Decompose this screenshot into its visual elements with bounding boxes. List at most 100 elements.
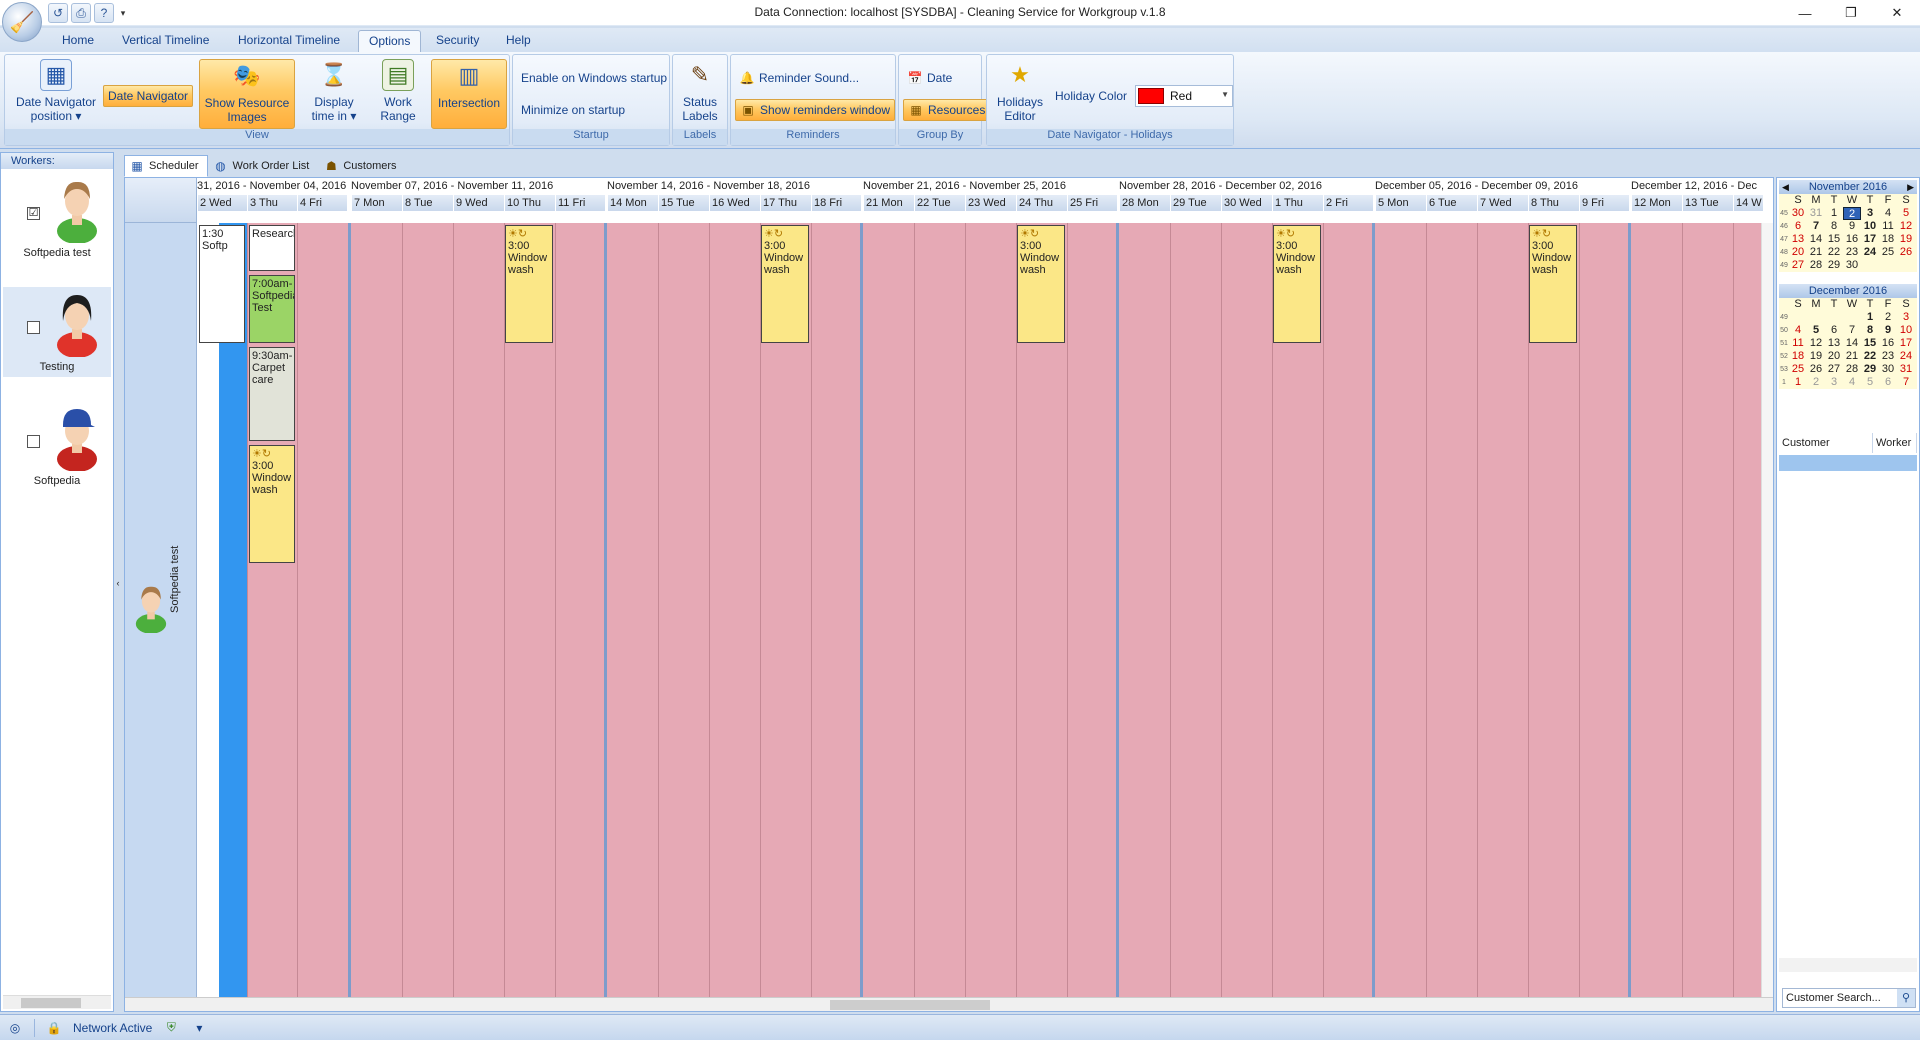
date-cell[interactable]: 23 xyxy=(1879,350,1897,363)
date-cell[interactable]: 31 xyxy=(1897,363,1915,376)
worker-item-testing[interactable]: Testing xyxy=(3,287,111,377)
date-cell[interactable]: 12 xyxy=(1807,337,1825,350)
date-cell[interactable]: 3 xyxy=(1825,376,1843,389)
shield-icon[interactable]: ⛨ xyxy=(162,1019,180,1037)
worker-checkbox[interactable] xyxy=(27,435,40,448)
date-cell[interactable] xyxy=(1789,311,1807,324)
date-cell[interactable]: 11 xyxy=(1789,337,1807,350)
appointment[interactable]: ☀↻ 3:00 Window wash xyxy=(1273,225,1321,343)
enable-windows-startup-button[interactable]: Enable on Windows startup xyxy=(517,67,671,89)
date-cell[interactable]: 30 xyxy=(1789,207,1807,220)
day-header[interactable]: 8 Thu xyxy=(1528,195,1579,211)
customer-search-box[interactable]: Customer Search... ⚲ xyxy=(1782,988,1916,1008)
day-header[interactable]: 5 Mon xyxy=(1375,195,1426,211)
date-cell[interactable]: 15 xyxy=(1825,233,1843,246)
minimize-button[interactable]: — xyxy=(1782,0,1828,26)
day-header[interactable]: 3 Thu xyxy=(247,195,297,211)
scrollbar-thumb[interactable] xyxy=(830,1000,990,1010)
date-cell[interactable]: 19 xyxy=(1897,233,1915,246)
date-cell[interactable]: 25 xyxy=(1879,246,1897,259)
close-button[interactable]: ✕ xyxy=(1874,0,1920,26)
day-header[interactable]: 9 Fri xyxy=(1579,195,1629,211)
date-cell[interactable]: 30 xyxy=(1843,259,1861,272)
app-menu-button[interactable]: 🧹 xyxy=(2,2,42,42)
day-cell[interactable] xyxy=(658,223,709,998)
date-cell[interactable]: 3 xyxy=(1861,207,1879,220)
date-cell[interactable]: 9 xyxy=(1843,220,1861,233)
show-resource-images-button[interactable]: 🎭 Show Resource Images xyxy=(199,59,295,129)
day-header[interactable]: 18 Fri xyxy=(811,195,861,211)
day-header[interactable]: 21 Mon xyxy=(863,195,914,211)
date-cell[interactable]: 13 xyxy=(1789,233,1807,246)
date-cell[interactable]: 11 xyxy=(1879,220,1897,233)
date-cell[interactable]: 14 xyxy=(1843,337,1861,350)
date-cell[interactable]: 18 xyxy=(1789,350,1807,363)
date-cell[interactable]: 22 xyxy=(1825,246,1843,259)
show-reminders-window-button[interactable]: ▣ Show reminders window xyxy=(735,99,896,121)
day-header[interactable]: 17 Thu xyxy=(760,195,811,211)
tab-security[interactable]: Security xyxy=(426,30,489,52)
tab-home[interactable]: Home xyxy=(52,30,104,52)
date-cell[interactable]: 9 xyxy=(1879,324,1897,337)
tab-help[interactable]: Help xyxy=(496,30,541,52)
day-header[interactable]: 14 Mon xyxy=(607,195,658,211)
date-cell[interactable]: 7 xyxy=(1843,324,1861,337)
holiday-color-select[interactable]: Red ▼ xyxy=(1135,85,1233,107)
date-cell[interactable]: 16 xyxy=(1843,233,1861,246)
date-navigator-button[interactable]: Date Navigator xyxy=(103,85,194,107)
date-cell[interactable]: 29 xyxy=(1825,259,1843,272)
day-header[interactable]: 1 Thu xyxy=(1272,195,1323,211)
date-cell[interactable]: 27 xyxy=(1825,363,1843,376)
day-header[interactable]: 2 Fri xyxy=(1323,195,1373,211)
day-header[interactable]: 14 W xyxy=(1733,195,1763,211)
day-cell[interactable] xyxy=(1426,223,1477,998)
day-cell[interactable] xyxy=(297,223,347,998)
column-header-customer[interactable]: Customer xyxy=(1779,433,1873,453)
date-cell[interactable] xyxy=(1825,311,1843,324)
date-cell[interactable]: 26 xyxy=(1897,246,1915,259)
day-header[interactable]: 7 Mon xyxy=(351,195,402,211)
date-cell[interactable]: 6 xyxy=(1825,324,1843,337)
binoculars-icon[interactable]: ⚲ xyxy=(1897,989,1915,1007)
date-cell[interactable] xyxy=(1807,311,1825,324)
status-labels-button[interactable]: ✎ Status Labels xyxy=(675,59,725,124)
date-cell[interactable]: 6 xyxy=(1879,376,1897,389)
day-header[interactable]: 6 Tue xyxy=(1426,195,1477,211)
date-cell[interactable]: 20 xyxy=(1789,246,1807,259)
date-cell[interactable]: 12 xyxy=(1897,220,1915,233)
reminder-sound-button[interactable]: 🔔 Reminder Sound... xyxy=(735,67,863,89)
date-cell[interactable] xyxy=(1843,311,1861,324)
date-cell[interactable]: 18 xyxy=(1879,233,1897,246)
appointment[interactable]: Research xyxy=(249,225,295,271)
appointment[interactable]: 9:30am- Carpet care xyxy=(249,347,295,441)
date-cell[interactable]: 4 xyxy=(1843,376,1861,389)
day-header[interactable]: 29 Tue xyxy=(1170,195,1221,211)
date-cell[interactable]: 21 xyxy=(1843,350,1861,363)
date-cell[interactable]: 7 xyxy=(1807,220,1825,233)
date-cell[interactable]: 19 xyxy=(1807,350,1825,363)
group-by-date-button[interactable]: 📅 Date xyxy=(903,67,956,89)
tab-horizontal-timeline[interactable]: Horizontal Timeline xyxy=(228,30,350,52)
day-cell[interactable] xyxy=(1579,223,1629,998)
chevron-down-icon[interactable]: ▾ xyxy=(190,1019,208,1037)
date-cell[interactable] xyxy=(1861,259,1879,272)
date-cell[interactable]: 26 xyxy=(1807,363,1825,376)
intersection-button[interactable]: ▥ Intersection xyxy=(431,59,507,129)
date-cell[interactable]: 25 xyxy=(1789,363,1807,376)
day-cell[interactable] xyxy=(1067,223,1117,998)
day-cell[interactable] xyxy=(1221,223,1272,998)
customer-search-input[interactable]: Customer Search... xyxy=(1786,992,1881,1004)
date-cell[interactable]: 31 xyxy=(1807,207,1825,220)
day-cell[interactable] xyxy=(914,223,965,998)
date-cell[interactable]: 4 xyxy=(1789,324,1807,337)
day-header[interactable]: 2 Wed xyxy=(197,195,247,211)
worker-checkbox[interactable] xyxy=(27,321,40,334)
date-cell[interactable]: 21 xyxy=(1807,246,1825,259)
date-cell[interactable]: 24 xyxy=(1897,350,1915,363)
appointment[interactable]: ☀↻ 3:00 Window wash xyxy=(505,225,553,343)
day-cell[interactable] xyxy=(402,223,453,998)
appointment[interactable]: ☀↻ 3:00 Window wash xyxy=(1017,225,1065,343)
date-cell[interactable]: 14 xyxy=(1807,233,1825,246)
appointment[interactable]: 1:30 Softp xyxy=(199,225,245,343)
day-header[interactable]: 22 Tue xyxy=(914,195,965,211)
